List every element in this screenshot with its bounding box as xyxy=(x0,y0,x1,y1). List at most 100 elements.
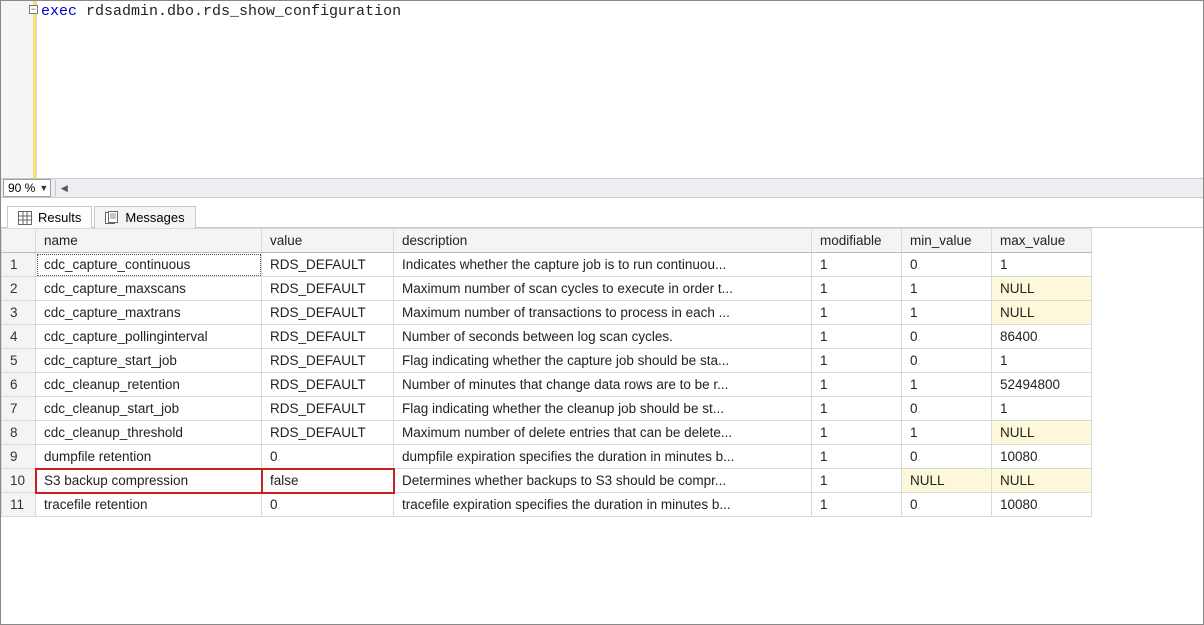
cell[interactable]: 1 xyxy=(812,397,902,421)
cell[interactable]: RDS_DEFAULT xyxy=(262,301,394,325)
row-number[interactable]: 5 xyxy=(2,349,36,373)
cell[interactable]: RDS_DEFAULT xyxy=(262,349,394,373)
col-description[interactable]: description xyxy=(394,229,812,253)
cell[interactable]: 1 xyxy=(812,277,902,301)
fold-toggle-icon[interactable]: − xyxy=(29,5,38,14)
cell[interactable]: RDS_DEFAULT xyxy=(262,325,394,349)
cell[interactable]: Maximum number of delete entries that ca… xyxy=(394,421,812,445)
row-header-corner[interactable] xyxy=(2,229,36,253)
cell[interactable]: Maximum number of scan cycles to execute… xyxy=(394,277,812,301)
cell[interactable]: Determines whether backups to S3 should … xyxy=(394,469,812,493)
cell[interactable]: cdc_capture_maxtrans xyxy=(36,301,262,325)
cell[interactable]: cdc_cleanup_threshold xyxy=(36,421,262,445)
cell[interactable]: 1 xyxy=(902,421,992,445)
cell[interactable]: 1 xyxy=(812,445,902,469)
cell[interactable]: Maximum number of transactions to proces… xyxy=(394,301,812,325)
cell[interactable]: 10080 xyxy=(992,493,1092,517)
row-number[interactable]: 7 xyxy=(2,397,36,421)
cell[interactable]: 0 xyxy=(902,325,992,349)
table-row[interactable]: 10S3 backup compressionfalseDetermines w… xyxy=(2,469,1092,493)
cell[interactable]: tracefile retention xyxy=(36,493,262,517)
cell[interactable]: cdc_capture_maxscans xyxy=(36,277,262,301)
results-grid-container[interactable]: name value description modifiable min_va… xyxy=(1,228,1203,624)
row-number[interactable]: 1 xyxy=(2,253,36,277)
row-number[interactable]: 8 xyxy=(2,421,36,445)
cell[interactable]: RDS_DEFAULT xyxy=(262,253,394,277)
cell[interactable]: cdc_capture_continuous xyxy=(36,253,262,277)
cell[interactable]: 0 xyxy=(902,445,992,469)
cell[interactable]: 1 xyxy=(812,253,902,277)
cell[interactable]: 1 xyxy=(812,493,902,517)
cell[interactable]: 1 xyxy=(992,349,1092,373)
cell[interactable]: 1 xyxy=(992,253,1092,277)
row-number[interactable]: 4 xyxy=(2,325,36,349)
row-number[interactable]: 3 xyxy=(2,301,36,325)
cell[interactable]: 10080 xyxy=(992,445,1092,469)
cell[interactable]: cdc_capture_pollinginterval xyxy=(36,325,262,349)
table-row[interactable]: 9dumpfile retention0dumpfile expiration … xyxy=(2,445,1092,469)
tab-messages[interactable]: Messages xyxy=(94,206,195,228)
cell[interactable]: 0 xyxy=(902,253,992,277)
cell[interactable]: 0 xyxy=(262,445,394,469)
cell[interactable]: 86400 xyxy=(992,325,1092,349)
cell[interactable]: 0 xyxy=(902,397,992,421)
cell[interactable]: RDS_DEFAULT xyxy=(262,277,394,301)
row-number[interactable]: 10 xyxy=(2,469,36,493)
horizontal-scrollbar[interactable]: ◀ xyxy=(55,180,1203,196)
col-max-value[interactable]: max_value xyxy=(992,229,1092,253)
col-min-value[interactable]: min_value xyxy=(902,229,992,253)
sql-code[interactable]: exec rdsadmin.dbo.rds_show_configuration xyxy=(37,1,405,178)
scroll-left-icon[interactable]: ◀ xyxy=(56,180,72,196)
cell[interactable]: NULL xyxy=(992,301,1092,325)
cell[interactable]: RDS_DEFAULT xyxy=(262,421,394,445)
results-grid[interactable]: name value description modifiable min_va… xyxy=(1,228,1092,517)
cell[interactable]: 1 xyxy=(992,397,1092,421)
cell[interactable]: 1 xyxy=(902,373,992,397)
table-row[interactable]: 8cdc_cleanup_thresholdRDS_DEFAULTMaximum… xyxy=(2,421,1092,445)
cell[interactable]: NULL xyxy=(992,277,1092,301)
cell[interactable]: dumpfile retention xyxy=(36,445,262,469)
col-name[interactable]: name xyxy=(36,229,262,253)
cell[interactable]: Flag indicating whether the cleanup job … xyxy=(394,397,812,421)
cell[interactable]: cdc_cleanup_retention xyxy=(36,373,262,397)
cell[interactable]: dumpfile expiration specifies the durati… xyxy=(394,445,812,469)
cell[interactable]: NULL xyxy=(992,469,1092,493)
table-row[interactable]: 7cdc_cleanup_start_jobRDS_DEFAULTFlag in… xyxy=(2,397,1092,421)
cell[interactable]: false xyxy=(262,469,394,493)
row-number[interactable]: 2 xyxy=(2,277,36,301)
row-number[interactable]: 11 xyxy=(2,493,36,517)
cell[interactable]: RDS_DEFAULT xyxy=(262,373,394,397)
cell[interactable]: tracefile expiration specifies the durat… xyxy=(394,493,812,517)
table-row[interactable]: 11tracefile retention0tracefile expirati… xyxy=(2,493,1092,517)
row-number[interactable]: 9 xyxy=(2,445,36,469)
table-row[interactable]: 2cdc_capture_maxscansRDS_DEFAULTMaximum … xyxy=(2,277,1092,301)
cell[interactable]: 0 xyxy=(902,493,992,517)
cell[interactable]: Flag indicating whether the capture job … xyxy=(394,349,812,373)
col-modifiable[interactable]: modifiable xyxy=(812,229,902,253)
cell[interactable]: 1 xyxy=(812,301,902,325)
table-row[interactable]: 6cdc_cleanup_retentionRDS_DEFAULTNumber … xyxy=(2,373,1092,397)
cell[interactable]: S3 backup compression xyxy=(36,469,262,493)
cell[interactable]: 52494800 xyxy=(992,373,1092,397)
table-row[interactable]: 3cdc_capture_maxtransRDS_DEFAULTMaximum … xyxy=(2,301,1092,325)
cell[interactable]: NULL xyxy=(902,469,992,493)
tab-results[interactable]: Results xyxy=(7,206,92,228)
table-row[interactable]: 4cdc_capture_pollingintervalRDS_DEFAULTN… xyxy=(2,325,1092,349)
cell[interactable]: cdc_cleanup_start_job xyxy=(36,397,262,421)
cell[interactable]: Indicates whether the capture job is to … xyxy=(394,253,812,277)
cell[interactable]: 1 xyxy=(812,349,902,373)
cell[interactable]: 1 xyxy=(812,373,902,397)
cell[interactable]: Number of minutes that change data rows … xyxy=(394,373,812,397)
cell[interactable]: RDS_DEFAULT xyxy=(262,397,394,421)
zoom-selector[interactable]: 90 % ▼ xyxy=(3,179,51,197)
cell[interactable]: 1 xyxy=(812,325,902,349)
cell[interactable]: 1 xyxy=(902,277,992,301)
cell[interactable]: 0 xyxy=(262,493,394,517)
row-number[interactable]: 6 xyxy=(2,373,36,397)
query-editor[interactable]: − exec rdsadmin.dbo.rds_show_configurati… xyxy=(1,1,1203,178)
cell[interactable]: 1 xyxy=(902,301,992,325)
cell[interactable]: cdc_capture_start_job xyxy=(36,349,262,373)
table-row[interactable]: 1cdc_capture_continuousRDS_DEFAULTIndica… xyxy=(2,253,1092,277)
cell[interactable]: 1 xyxy=(812,469,902,493)
cell[interactable]: 0 xyxy=(902,349,992,373)
